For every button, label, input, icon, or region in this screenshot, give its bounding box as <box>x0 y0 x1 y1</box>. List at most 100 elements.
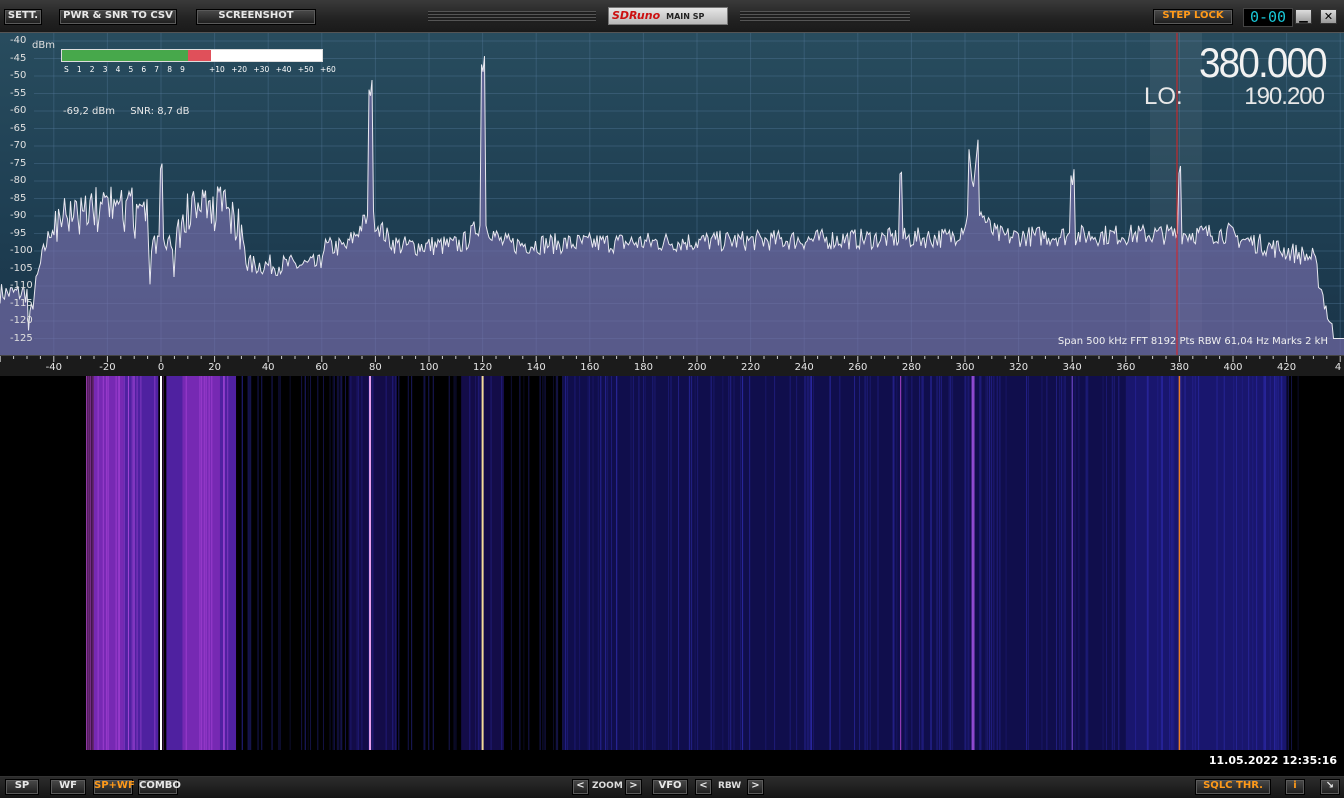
waterfall-streak <box>338 376 340 750</box>
waterfall-streak <box>92 376 94 750</box>
minimize-button[interactable]: ▁ <box>1295 9 1312 24</box>
frequency-axis[interactable]: -40 -20 0 20 40 60 80 100 120 140 160 180 200 220 240 2… <box>0 355 1344 377</box>
waterfall-streak <box>154 376 156 750</box>
waterfall-streak <box>1055 376 1057 750</box>
vfo-button[interactable]: VFO <box>652 779 688 795</box>
waterfall-signal-line <box>1178 376 1181 750</box>
waterfall-streak <box>453 376 455 750</box>
x-tick-label: -40 <box>45 362 62 373</box>
waterfall-streak <box>722 376 724 750</box>
waterfall-streak <box>921 376 923 750</box>
sqlc-threshold-button[interactable]: SQLC THR. <box>1195 779 1271 795</box>
waterfall-streak <box>1252 376 1254 750</box>
sp-wf-mode-button[interactable]: SP+WF <box>93 779 135 795</box>
waterfall-streak <box>474 376 476 750</box>
waterfall-streak <box>341 376 343 750</box>
waterfall-streak <box>1027 376 1029 750</box>
info-button[interactable]: i <box>1285 779 1305 795</box>
waterfall-streak <box>278 376 280 750</box>
x-tick-label: 380 <box>1169 362 1189 373</box>
timestamp: 11.05.2022 12:35:16 <box>1208 754 1337 767</box>
lo-label: LO: <box>1144 83 1183 110</box>
y-axis-unit: dBm <box>32 40 55 51</box>
zoom-in-button[interactable]: > <box>625 779 642 795</box>
waterfall-streak <box>1046 376 1048 750</box>
waterfall-streak <box>1287 376 1289 750</box>
screenshot-button[interactable]: SCREENSHOT <box>196 9 316 25</box>
waterfall-streak <box>930 376 932 750</box>
drag-grip-left[interactable] <box>428 11 596 23</box>
frequency-display[interactable]: 380.000 <box>1199 39 1328 87</box>
y-tick-label: -115 <box>10 297 33 309</box>
waterfall-streak <box>411 376 413 750</box>
waterfall-band <box>1125 376 1287 750</box>
waterfall-streak <box>469 376 471 750</box>
s-meter-tick: +40 <box>275 65 292 74</box>
waterfall-streak <box>1233 376 1235 750</box>
waterfall-streak <box>510 376 512 750</box>
spectrum-display[interactable]: -40 -45 -50 -55 -60 -65 -70 -75 -80 -85 -90 -95 -100… <box>0 33 1344 355</box>
waterfall-streak <box>893 376 895 750</box>
waterfall-streak <box>1235 376 1237 750</box>
pwr-snr-to-csv-button[interactable]: PWR & SNR TO CSV <box>59 9 177 25</box>
lo-frequency[interactable]: 190.200 <box>1244 83 1325 111</box>
waterfall-streak <box>678 376 680 750</box>
waterfall-streak <box>911 376 913 750</box>
waterfall-streak <box>310 376 312 750</box>
x-tick-label: 200 <box>687 362 707 373</box>
waterfall-streak <box>950 376 952 750</box>
waterfall-signal-line <box>900 376 902 750</box>
waterfall-streak <box>337 376 339 750</box>
spectrum-info: Span 500 kHz FFT 8192 Pts RBW 61,04 Hz M… <box>1057 336 1328 347</box>
combo-mode-button[interactable]: COMBO <box>138 779 181 795</box>
waterfall-streak <box>1059 376 1061 750</box>
waterfall-streak <box>804 376 806 750</box>
waterfall-streak <box>980 376 982 750</box>
rbw-label: RBW <box>718 781 742 791</box>
s-meter <box>61 49 323 62</box>
rbw-increase-button[interactable]: > <box>747 779 764 795</box>
waterfall-streak <box>1118 376 1120 750</box>
waterfall-streak <box>501 376 503 750</box>
close-button[interactable]: ✕ <box>1320 9 1337 24</box>
waterfall-streak <box>567 376 569 750</box>
zoom-out-button[interactable]: < <box>572 779 589 795</box>
waterfall-streak <box>247 376 249 750</box>
y-tick-label: -50 <box>10 70 27 81</box>
waterfall-streak <box>132 376 134 750</box>
waterfall-streak <box>372 376 374 750</box>
waterfall-streak <box>140 376 142 750</box>
waterfall-streak <box>205 376 207 750</box>
x-tick-label: 400 <box>1223 362 1243 373</box>
waterfall-streak <box>728 376 730 750</box>
s-meter-tick: +60 <box>320 65 336 74</box>
waterfall-display[interactable] <box>0 376 1344 750</box>
waterfall-streak <box>1005 376 1007 750</box>
waterfall-streak <box>1078 376 1080 750</box>
waterfall-streak <box>385 376 387 750</box>
snr-readout: SNR: 8,7 dB <box>130 106 190 117</box>
waterfall-streak <box>118 376 120 750</box>
resize-icon[interactable]: ↘ <box>1320 779 1340 795</box>
waterfall-streak <box>740 376 742 750</box>
waterfall-streak <box>906 376 908 750</box>
waterfall-streak <box>610 376 612 750</box>
waterfall-streak <box>407 376 409 750</box>
s-meter-tick: 8 <box>167 65 172 74</box>
sp-mode-button[interactable]: SP <box>5 779 39 795</box>
wf-mode-button[interactable]: WF <box>50 779 86 795</box>
waterfall-streak <box>1063 376 1065 750</box>
waterfall-streak <box>949 376 951 750</box>
rbw-decrease-button[interactable]: < <box>695 779 712 795</box>
waterfall-streak <box>1106 376 1108 750</box>
waterfall-streak <box>991 376 993 750</box>
waterfall-streak <box>691 376 693 750</box>
x-tick-label: 420 <box>1277 362 1297 373</box>
x-tick-label: 160 <box>580 362 600 373</box>
waterfall-streak <box>208 376 210 750</box>
drag-grip-right[interactable] <box>740 11 910 23</box>
waterfall-streak <box>479 376 481 750</box>
step-lock-button[interactable]: STEP LOCK <box>1153 9 1233 25</box>
settings-button[interactable]: SETT. <box>4 9 42 25</box>
waterfall-streak <box>1180 376 1182 750</box>
